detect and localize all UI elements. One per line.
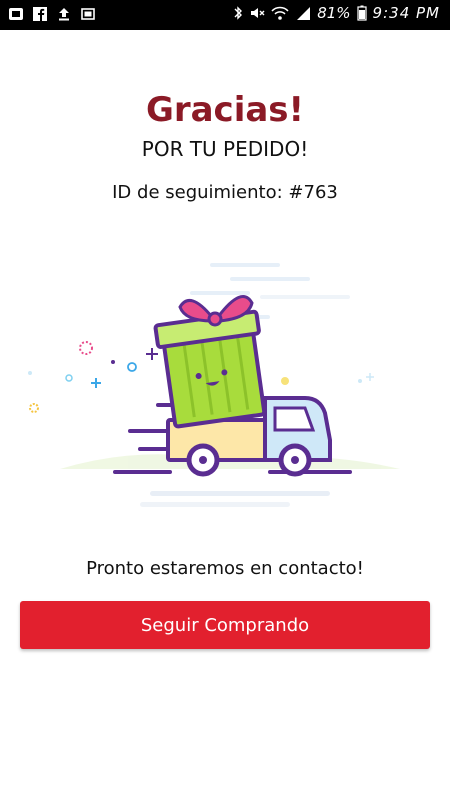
delivery-truck-illustration <box>28 263 400 507</box>
contact-message: Pronto estaremos en contacto! <box>86 558 364 579</box>
continue-shopping-button[interactable]: Seguir Comprando <box>20 601 430 649</box>
mute-icon <box>251 8 265 18</box>
gift-box <box>153 309 267 429</box>
ad-icon <box>9 8 23 20</box>
tracking-label: ID de seguimiento: <box>112 182 289 203</box>
signal-icon <box>297 7 311 20</box>
facebook-icon <box>33 7 47 21</box>
wifi-icon <box>271 6 289 20</box>
status-bar: 81% 9:34 PM <box>0 0 450 30</box>
image-icon <box>81 8 95 20</box>
bluetooth-icon <box>234 6 243 20</box>
page-subtitle: POR TU PEDIDO! <box>141 137 309 161</box>
battery-icon <box>356 5 367 21</box>
battery-percent: 81% <box>317 4 351 22</box>
page-title: Gracias! <box>145 90 305 130</box>
tracking-id: #763 <box>288 182 338 203</box>
tracking-id-line: ID de seguimiento: #763 <box>0 182 450 203</box>
upload-icon <box>59 8 69 21</box>
clock: 9:34 PM <box>372 4 440 22</box>
